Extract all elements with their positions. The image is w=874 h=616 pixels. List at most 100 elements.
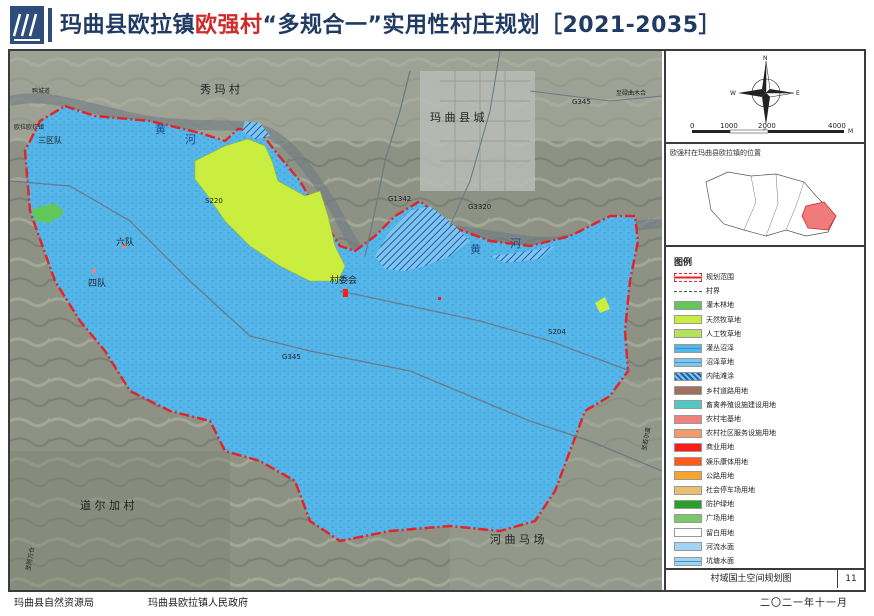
legend-swatch	[674, 457, 702, 467]
compass-w: W	[730, 90, 736, 97]
publish-date: 二〇二一年十一月	[760, 598, 848, 609]
legend-item: 商业用地	[674, 441, 734, 454]
legend-swatch	[674, 357, 702, 367]
legend-swatch	[674, 414, 702, 424]
legend-swatch	[674, 471, 702, 481]
legend-item: 农村宅基地	[674, 413, 741, 426]
title-village: 欧强村	[195, 13, 263, 38]
legend-item: 畜禽养殖设施建设用地	[674, 399, 776, 412]
label-s220: S220	[205, 197, 223, 205]
label-g345-bottom: G345	[282, 353, 301, 361]
label-g345-top: G345	[572, 98, 591, 106]
label-huanghe-2: 河	[185, 133, 196, 146]
compass-e: E	[796, 90, 800, 97]
scale-tick-2000: 2000	[758, 122, 776, 130]
legend-swatch	[674, 290, 702, 296]
legend-item: 广场用地	[674, 512, 734, 525]
legend-label: 沼泽草地	[706, 358, 734, 367]
map-footer-panel: 村域国土空间规划图 11	[664, 570, 864, 590]
legend-label: 农村社区服务设施用地	[706, 429, 776, 438]
legend-label: 河流水面	[706, 542, 734, 551]
label-g3320: G3320	[468, 203, 491, 211]
legend-item: 内陆滩涂	[674, 370, 734, 383]
legend-label: 农村宅基地	[706, 415, 741, 423]
legend-label: 广场用地	[706, 514, 734, 523]
southwest-terrain	[10, 451, 230, 590]
legend-item: 人工牧草地	[674, 328, 741, 341]
legend-item: 坑塘水面	[674, 555, 734, 568]
legend-swatch	[674, 428, 702, 438]
legend-label: 公路用地	[706, 471, 734, 480]
title-suffix: “多规合一”实用性村庄规划［2021-2035］	[262, 13, 722, 38]
legend-item: 灌木林地	[674, 299, 734, 312]
legend-label: 规划范围	[706, 273, 734, 281]
compass-scale-svg: N S E W 0 1000 2000 4000 M	[690, 55, 853, 135]
legend-item: 社会停车场用地	[674, 484, 755, 497]
location-inset-svg	[705, 171, 837, 237]
north-scale-panel: N S E W 0 1000 2000 4000 M	[664, 51, 864, 144]
label-hequmachang: 河 曲 马 场	[490, 532, 545, 546]
legend-item: 规划范围	[674, 271, 734, 284]
legend-swatch	[674, 300, 702, 310]
scale-tick-1000: 1000	[720, 122, 738, 130]
label-huanghe-4: 河	[510, 237, 521, 250]
scale-tick-0: 0	[690, 122, 694, 130]
page-title: 玛曲县欧拉镇欧强村“多规合一”实用性村庄规划［2021-2035］	[60, 8, 721, 44]
legend-swatch	[674, 542, 702, 552]
legend-label: 村界	[706, 287, 720, 296]
legend-label: 乡村道路用地	[706, 386, 748, 395]
legend-swatch	[674, 386, 702, 396]
village-committee-site[interactable]	[343, 289, 348, 297]
legend-item: 乡村道路用地	[674, 385, 748, 398]
legend-item: 天然牧草地	[674, 314, 741, 327]
compass-rose	[738, 60, 795, 125]
legend-item: 留白用地	[674, 527, 734, 540]
legend-item: 公路用地	[674, 470, 734, 483]
legend-swatch	[674, 329, 702, 339]
legend-label: 商业用地	[706, 443, 734, 452]
legend-label: 天然牧草地	[706, 315, 741, 324]
legend-item: 农村社区服务设施用地	[674, 427, 776, 440]
main-map-svg: 秀 玛 村 玛 曲 县 城 G345 G345 S204 S220 G1342 …	[10, 51, 662, 590]
settlement-sidui[interactable]	[92, 269, 96, 273]
scale-bar	[692, 129, 844, 134]
legend-swatch	[674, 371, 702, 381]
label-road-topright: 至碌曲木合	[616, 89, 646, 97]
legend-title: 图例	[674, 258, 693, 268]
legend-swatch	[674, 272, 702, 282]
map-name: 村域国土空间规划图	[710, 574, 792, 584]
label-cunweihui: 村委会	[330, 274, 357, 286]
label-maqu-city: 玛 曲 县 城	[430, 111, 485, 124]
legend-label: 留白用地	[706, 528, 734, 537]
label-sanqudui: 三区队	[38, 135, 62, 145]
title-divider	[48, 8, 52, 42]
legend-label: 畜禽养殖设施建设用地	[706, 400, 776, 409]
label-s204: S204	[548, 328, 566, 336]
legend-label: 灌丛沼泽	[706, 344, 734, 352]
org-township-government: 玛曲县欧拉镇人民政府	[148, 598, 248, 609]
legend-swatch	[674, 400, 702, 410]
title-prefix: 玛曲县欧拉镇	[60, 13, 196, 38]
legend-swatch	[674, 315, 702, 325]
compass-n: N	[763, 55, 768, 62]
legend-swatch	[674, 528, 702, 538]
label-sidui: 四队	[88, 277, 106, 289]
building-marker-east[interactable]	[438, 297, 441, 300]
legend-label: 防护绿地	[706, 500, 734, 509]
scale-unit: M	[848, 128, 853, 135]
location-inset-panel: 欧强村在玛曲县欧拉镇的位置	[664, 144, 864, 247]
legend-swatch	[674, 513, 702, 523]
label-left-edge: 欧拉欧拉镇	[14, 123, 44, 131]
legend-swatch	[674, 556, 702, 566]
label-huanghe-3: 黄	[470, 242, 481, 256]
label-liudui: 六队	[116, 236, 134, 248]
legend-label: 灌木林地	[706, 301, 734, 310]
legend-label: 人工牧草地	[706, 329, 741, 338]
legend-swatch	[674, 442, 702, 452]
main-map[interactable]: 秀 玛 村 玛 曲 县 城 G345 G345 S204 S220 G1342 …	[10, 51, 662, 590]
legend-label: 坑塘水面	[706, 557, 734, 565]
legend-item: 沼泽草地	[674, 356, 734, 369]
org-natural-resources: 玛曲县自然资源局	[14, 598, 94, 609]
legend-panel: 图例 规划范围村界灌木林地天然牧草地人工牧草地灌丛沼泽沼泽草地内陆滩涂乡村道路用…	[664, 247, 864, 570]
label-xiumacun: 秀 玛 村	[200, 82, 240, 96]
